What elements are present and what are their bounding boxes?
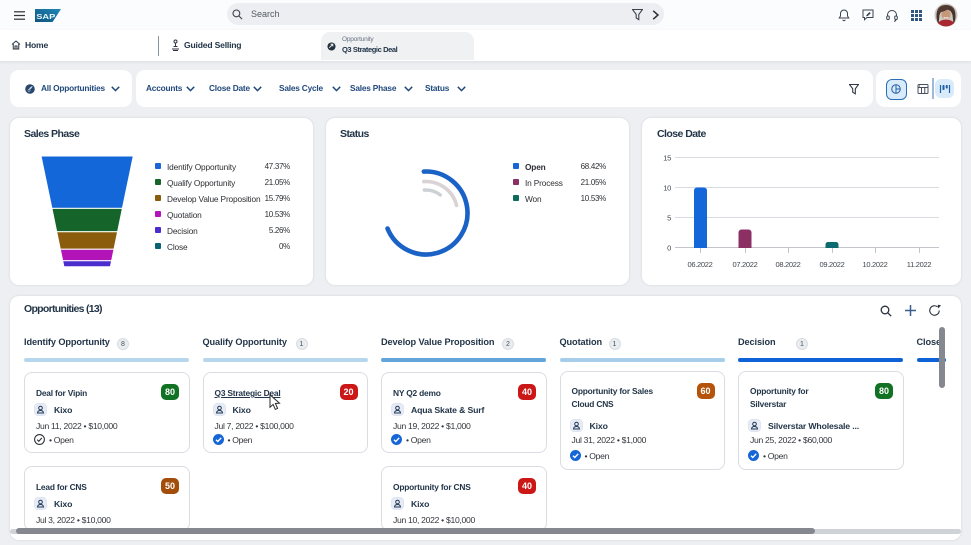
svg-text:09.2022: 09.2022 (819, 260, 844, 269)
svg-text:SAP: SAP (36, 14, 56, 21)
svg-text:15: 15 (663, 154, 671, 163)
svg-text:10.2022: 10.2022 (862, 260, 887, 269)
svg-text:06.2022: 06.2022 (687, 260, 712, 269)
svg-text:0: 0 (667, 244, 671, 253)
svg-text:07.2022: 07.2022 (732, 260, 757, 269)
svg-text:11.2022: 11.2022 (907, 260, 932, 269)
svg-text:5: 5 (667, 214, 671, 223)
svg-text:08.2022: 08.2022 (775, 260, 800, 269)
svg-text:10: 10 (663, 184, 671, 193)
